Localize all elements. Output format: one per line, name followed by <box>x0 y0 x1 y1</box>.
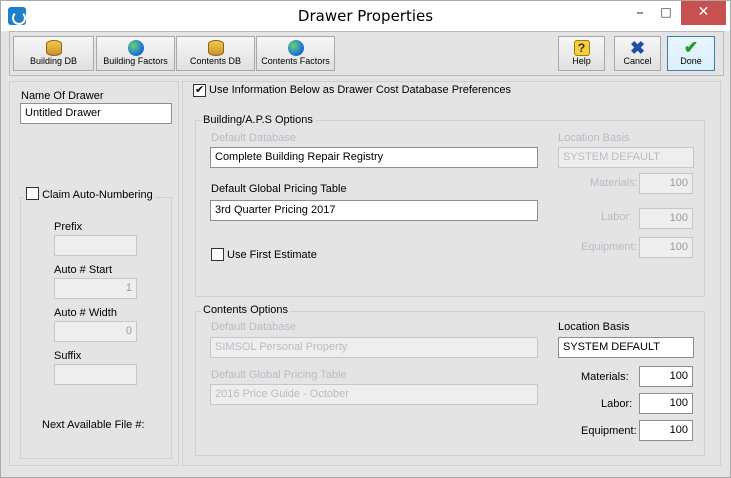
building-factors-label: Building Factors <box>103 56 168 66</box>
contents-db-button[interactable]: Contents DB <box>176 36 255 71</box>
name-of-drawer-label: Name Of Drawer <box>21 90 104 102</box>
building-db-label: Building DB <box>29 56 78 66</box>
x-icon: ✖ <box>629 38 646 58</box>
contents-materials-input[interactable]: 100 <box>639 366 693 387</box>
building-pricing-table-field[interactable]: 3rd Quarter Pricing 2017 <box>210 200 538 221</box>
auto-start-input[interactable]: 1 <box>54 278 137 299</box>
globe-icon <box>287 40 304 56</box>
building-materials-label: Materials: <box>590 177 638 189</box>
building-pricing-table-label: Default Global Pricing Table <box>211 183 347 195</box>
contents-labor-label: Labor: <box>601 398 633 410</box>
contents-options-title: Contents Options <box>201 304 290 316</box>
checkmark-icon: ✔ <box>683 38 699 57</box>
building-labor-label: Labor: <box>601 211 633 223</box>
building-labor-input[interactable]: 100 <box>639 208 693 229</box>
auto-width-label: Auto # Width <box>54 307 117 319</box>
claim-auto-numbering-label: Claim Auto-Numbering <box>42 189 153 201</box>
toolbar: Building DB Building Factors Contents DB… <box>9 31 724 76</box>
suffix-label: Suffix <box>54 350 82 362</box>
left-panel: Name Of Drawer Untitled Drawer Claim Aut… <box>9 81 179 466</box>
use-information-checkbox[interactable] <box>193 83 206 97</box>
building-options-title: Building/A.P.S Options <box>201 114 315 126</box>
prefix-input[interactable] <box>54 235 137 256</box>
suffix-input[interactable] <box>54 364 137 385</box>
title-bar: Drawer Properties – □ ✕ <box>1 1 730 31</box>
contents-factors-label: Contents Factors <box>261 56 330 66</box>
next-available-file-label: Next Available File #: <box>42 419 145 431</box>
close-button[interactable]: ✕ <box>681 1 726 25</box>
building-location-basis-field[interactable]: SYSTEM DEFAULT <box>558 147 694 168</box>
contents-default-database-field[interactable]: SIMSOL Personal Property <box>210 337 538 358</box>
building-db-button[interactable]: Building DB <box>13 36 94 71</box>
contents-equipment-label: Equipment: <box>581 425 637 437</box>
claim-auto-numbering-checkbox[interactable] <box>26 187 39 200</box>
right-panel: Use Information Below as Drawer Cost Dat… <box>182 81 721 466</box>
contents-default-database-label: Default Database <box>211 321 296 333</box>
window-title: Drawer Properties <box>297 7 434 25</box>
auto-width-input[interactable]: 0 <box>54 321 137 342</box>
contents-pricing-table-label: Default Global Pricing Table <box>211 369 347 381</box>
globe-icon <box>127 40 144 56</box>
done-label: Done <box>680 56 702 66</box>
building-default-database-label: Default Database <box>211 132 296 144</box>
contents-labor-input[interactable]: 100 <box>639 393 693 414</box>
use-information-label: Use Information Below as Drawer Cost Dat… <box>209 84 512 96</box>
help-button[interactable]: ? Help <box>558 36 605 71</box>
help-label: Help <box>572 56 591 66</box>
minimize-button[interactable]: – <box>627 1 653 25</box>
building-factors-button[interactable]: Building Factors <box>96 36 175 71</box>
building-equipment-label: Equipment: <box>581 241 637 253</box>
contents-location-basis-field[interactable]: SYSTEM DEFAULT <box>558 337 694 358</box>
contents-location-basis-label: Location Basis <box>558 321 630 333</box>
contents-equipment-input[interactable]: 100 <box>639 420 693 441</box>
use-first-estimate-label: Use First Estimate <box>227 249 317 261</box>
claim-auto-numbering-title: Claim Auto-Numbering <box>24 187 155 201</box>
auto-start-label: Auto # Start <box>54 264 113 276</box>
done-button[interactable]: ✔ Done <box>667 36 715 71</box>
contents-db-label: Contents DB <box>189 56 242 66</box>
building-materials-input[interactable]: 100 <box>639 173 693 194</box>
database-icon <box>207 40 224 56</box>
database-icon <box>45 40 62 56</box>
building-location-basis-label: Location Basis <box>558 132 630 144</box>
maximize-button[interactable]: □ <box>653 1 679 25</box>
building-equipment-input[interactable]: 100 <box>639 237 693 258</box>
help-icon: ? <box>573 40 590 56</box>
building-default-database-field[interactable]: Complete Building Repair Registry <box>210 147 538 168</box>
contents-materials-label: Materials: <box>581 371 629 383</box>
contents-pricing-table-field[interactable]: 2016 Price Guide - October <box>210 384 538 405</box>
name-of-drawer-input[interactable]: Untitled Drawer <box>20 103 172 124</box>
prefix-label: Prefix <box>54 221 83 233</box>
contents-factors-button[interactable]: Contents Factors <box>256 36 335 71</box>
drawer-properties-window: Drawer Properties – □ ✕ Building DB Buil… <box>0 0 731 478</box>
cancel-button[interactable]: ✖ Cancel <box>614 36 661 71</box>
use-first-estimate-checkbox[interactable] <box>211 248 224 261</box>
cancel-label: Cancel <box>623 56 652 66</box>
